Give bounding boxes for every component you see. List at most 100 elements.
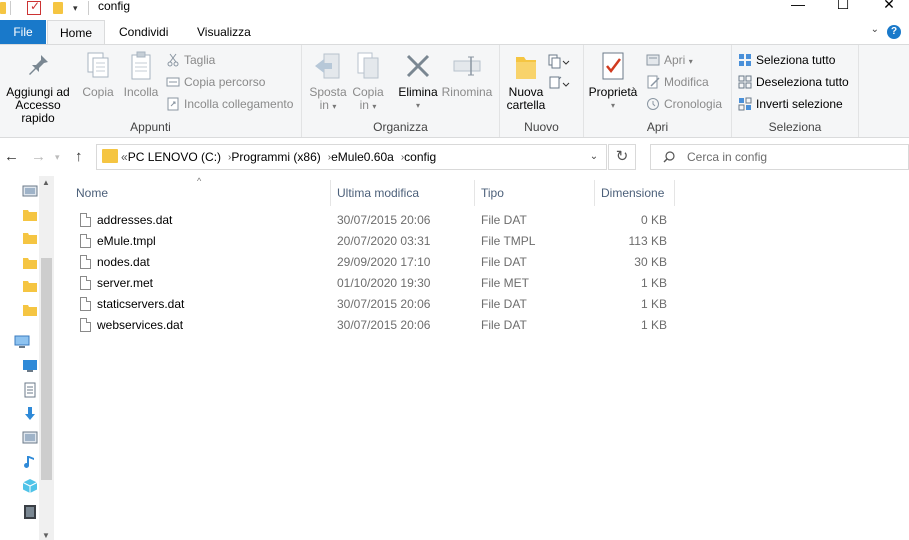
title-bar: ▾ config — ☐ ✕ [0,0,909,20]
paste-shortcut-button[interactable]: Incolla collegamento [164,94,293,114]
table-row[interactable]: addresses.dat 30/07/2015 20:06 File DAT … [72,210,692,231]
sort-ascending-icon: ^ [197,176,202,186]
table-row[interactable]: server.met 01/10/2020 19:30 File MET 1 K… [72,273,692,294]
file-modified: 01/10/2020 19:30 [337,276,431,290]
separator [10,1,11,15]
copy-label: Copia [82,85,114,99]
delete-label: Elimina [398,85,438,99]
3d-objects-icon[interactable] [22,478,38,494]
downloads-icon[interactable] [22,406,38,422]
breadcrumb-item[interactable]: Programmi (x86) [231,150,320,164]
edit-button[interactable]: Modifica [644,72,709,92]
table-row[interactable]: staticservers.dat 30/07/2015 20:06 File … [72,294,692,315]
tab-home[interactable]: Home [47,20,106,45]
folder-icon[interactable] [22,207,38,223]
nav-scrollbar[interactable]: ▲ ▼ [39,176,54,540]
customize-toolbar-arrow-icon[interactable]: ▾ [73,3,78,14]
folder-icon[interactable] [22,230,38,246]
rename-button[interactable]: Rinomina [440,49,494,99]
properties-button[interactable]: Proprietà ▾ [586,49,640,112]
tab-file[interactable]: File [0,20,46,44]
videos-icon[interactable] [22,504,38,520]
copy-to-icon [352,49,384,83]
file-name: server.met [97,276,154,290]
address-bar[interactable]: « PC LENOVO (C:) › Programmi (x86) › eMu… [96,144,607,170]
cut-button[interactable]: Taglia [164,50,215,70]
up-arrow-icon[interactable]: ↑ [75,148,83,165]
delete-button[interactable]: Elimina ▾ [396,49,440,112]
breadcrumb-overflow[interactable]: « [121,150,128,164]
tab-share[interactable]: Condividi [107,20,180,44]
column-divider[interactable] [594,180,595,206]
new-folder-button[interactable]: Nuova cartella [504,49,548,112]
scroll-down-icon[interactable]: ▼ [42,531,50,540]
copy-button[interactable]: Copia [78,49,118,99]
chevron-down-icon: ▾ [332,102,337,111]
recent-locations-chevron-icon[interactable]: ▾ [55,152,60,163]
breadcrumb-item[interactable]: config [404,150,436,164]
refresh-button[interactable]: ↻ [608,144,636,170]
column-header-size[interactable]: Dimensione [601,180,664,206]
column-divider[interactable] [330,180,331,206]
select-none-icon [738,75,752,89]
minimize-button[interactable]: — [775,0,821,16]
new-folder-icon[interactable] [53,2,63,14]
column-header-name[interactable]: Nome [76,180,108,206]
column-divider[interactable] [674,180,675,206]
cut-label: Taglia [184,53,216,67]
edit-label: Modifica [664,75,709,89]
pictures-icon[interactable] [22,430,38,446]
folder-icon[interactable] [22,302,38,318]
music-icon[interactable] [22,454,38,470]
help-icon[interactable]: ? [887,25,901,39]
select-none-button[interactable]: Deseleziona tutto [736,72,849,92]
open-button[interactable]: Apri ▾ [644,50,693,70]
table-row[interactable]: eMule.tmpl 20/07/2020 03:31 File TMPL 11… [72,231,692,252]
properties-check-icon[interactable] [27,0,41,15]
desktop-icon[interactable] [22,184,38,200]
group-label-appunti: Appunti [130,120,171,134]
maximize-button[interactable]: ☐ [820,0,866,16]
search-input[interactable] [687,148,897,166]
window-title: config [98,0,131,13]
desktop-icon[interactable] [22,358,38,374]
chevron-down-icon[interactable]: ⌄ [871,24,879,35]
move-to-label-2: in [319,98,329,112]
this-pc-icon[interactable] [14,334,30,350]
copy-to-button[interactable]: Copia in ▾ [350,49,386,113]
paste-shortcut-label: Incolla collegamento [184,97,294,111]
back-arrow-icon[interactable]: ← [4,148,19,165]
scrollbar-thumb[interactable] [41,258,52,480]
invert-selection-button[interactable]: Inverti selezione [736,94,843,114]
delete-x-icon [402,49,434,83]
table-row[interactable]: nodes.dat 29/09/2020 17:10 File DAT 30 K… [72,252,692,273]
file-name: webservices.dat [97,318,184,332]
pin-quick-access-button[interactable]: Aggiungi ad Accesso rapido [0,49,76,125]
documents-icon[interactable] [22,382,38,398]
column-header-modified[interactable]: Ultima modifica [337,180,419,206]
chevron-down-icon[interactable]: ⌄ [582,145,606,169]
group-seleziona: Seleziona tutto Deseleziona tutto Invert… [732,45,859,137]
table-row[interactable]: webservices.dat 30/07/2015 20:06 File DA… [72,315,692,336]
select-all-button[interactable]: Seleziona tutto [736,50,835,70]
breadcrumb-item[interactable]: eMule0.60a [331,150,394,164]
history-label: Cronologia [664,97,723,111]
file-modified: 20/07/2020 03:31 [337,234,431,248]
move-to-button[interactable]: Sposta in ▾ [306,49,350,113]
folder-icon[interactable] [22,255,38,271]
close-button[interactable]: ✕ [866,0,909,16]
search-box[interactable] [650,144,909,170]
breadcrumb: « PC LENOVO (C:) › Programmi (x86) › eMu… [121,150,436,164]
history-button[interactable]: Cronologia [644,94,722,114]
column-header-type[interactable]: Tipo [481,180,504,206]
scroll-up-icon[interactable]: ▲ [42,178,50,187]
paste-button[interactable]: Incolla [120,49,162,99]
easy-access-button[interactable] [548,72,570,92]
copy-path-button[interactable]: Copia percorso [164,72,265,92]
breadcrumb-item[interactable]: PC LENOVO (C:) [128,150,221,164]
folder-icon[interactable] [22,278,38,294]
forward-arrow-icon[interactable]: → [31,148,46,165]
new-item-button[interactable] [548,50,570,70]
tab-view[interactable]: Visualizza [185,20,263,44]
column-divider[interactable] [474,180,475,206]
